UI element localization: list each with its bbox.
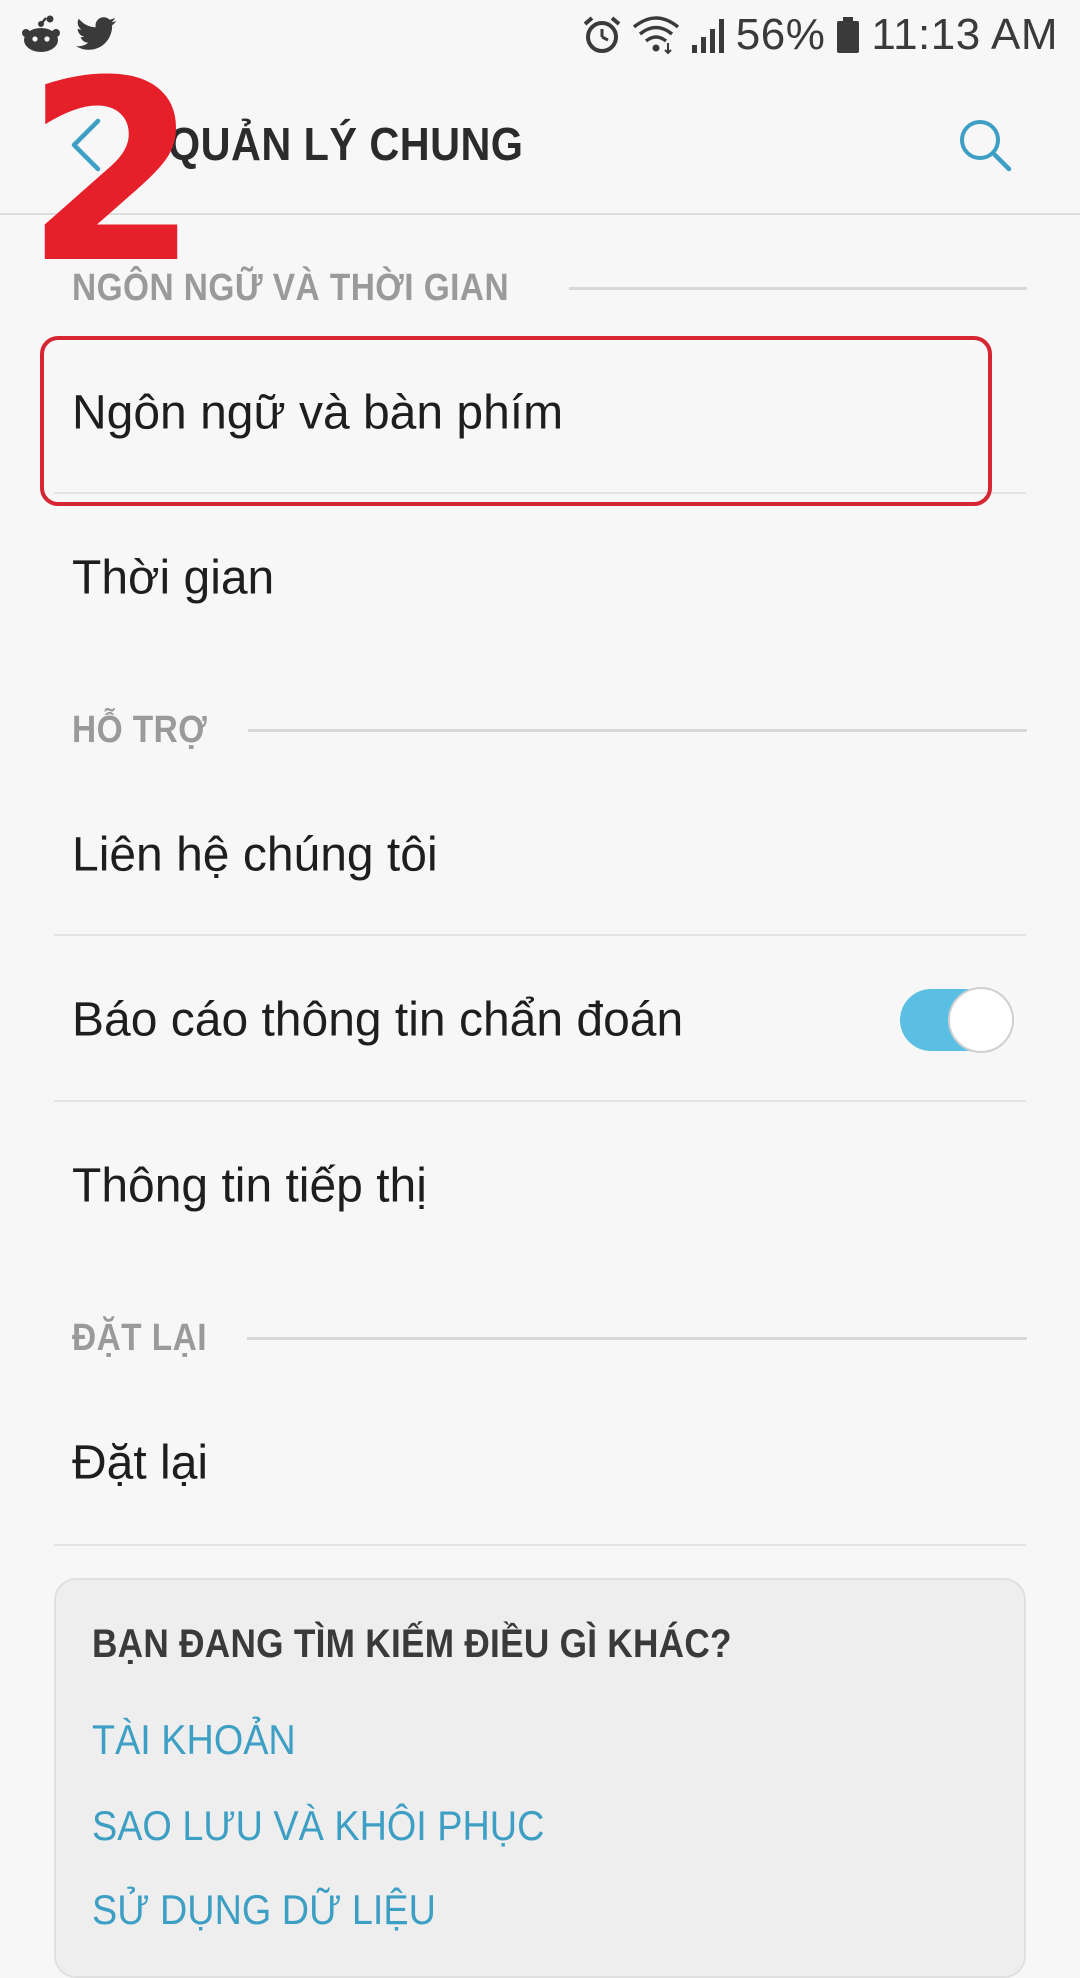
toggle-knob <box>948 986 1014 1053</box>
signal-icon <box>690 15 726 55</box>
list-item-label: Thông tin tiếp thị <box>72 1159 427 1212</box>
section-label: ĐẶT LẠI <box>72 1316 207 1359</box>
link-account[interactable]: TÀI KHOẢN <box>92 1716 296 1764</box>
battery-percentage: 56% <box>735 10 826 59</box>
page-title: QUẢN LÝ CHUNG <box>168 118 524 170</box>
section-header-language-time: NGÔN NGỮ VÀ THỜI GIAN <box>72 263 1027 313</box>
link-backup-restore[interactable]: SAO LƯU VÀ KHÔI PHỤC <box>92 1802 544 1850</box>
battery-icon <box>835 15 861 55</box>
section-rule <box>247 728 1027 732</box>
list-item-time[interactable]: Thời gian <box>54 495 1026 660</box>
search-icon <box>960 120 1012 172</box>
suggestion-card: BẠN ĐANG TÌM KIẾM ĐIỀU GÌ KHÁC? TÀI KHOẢ… <box>54 1578 1026 1978</box>
step-number-annotation: 2 <box>25 27 199 318</box>
section-header-reset: ĐẶT LẠI <box>72 1313 1027 1363</box>
section-header-support: HỖ TRỢ <box>72 705 1027 755</box>
clock: 11:13 AM <box>871 10 1058 59</box>
divider <box>54 1544 1026 1546</box>
section-label: HỖ TRỢ <box>72 708 208 751</box>
link-data-usage[interactable]: SỬ DỤNG DỮ LIỆU <box>92 1886 436 1934</box>
section-rule <box>247 1336 1027 1340</box>
list-item-label: Báo cáo thông tin chẩn đoán <box>72 993 684 1046</box>
suggestion-card-title: BẠN ĐANG TÌM KIẾM ĐIỀU GÌ KHÁC? <box>92 1622 732 1666</box>
search-button[interactable] <box>955 115 1015 175</box>
list-item-reset[interactable]: Đặt lại <box>54 1380 1026 1545</box>
list-item-label: Liên hệ chúng tôi <box>72 828 438 881</box>
list-item-marketing-info[interactable]: Thông tin tiếp thị <box>54 1103 1026 1268</box>
list-item-label: Đặt lại <box>72 1436 209 1489</box>
alarm-icon <box>582 15 622 55</box>
divider <box>54 1100 1026 1102</box>
list-item-contact-us[interactable]: Liên hệ chúng tôi <box>54 772 1026 937</box>
divider <box>54 934 1026 936</box>
section-rule <box>568 286 1027 290</box>
diagnostic-toggle[interactable] <box>900 986 1014 1053</box>
highlight-annotation <box>40 336 992 506</box>
list-item-diagnostic-report[interactable]: Báo cáo thông tin chẩn đoán <box>54 937 1026 1102</box>
list-item-label: Thời gian <box>72 551 275 604</box>
wifi-icon <box>632 15 680 55</box>
